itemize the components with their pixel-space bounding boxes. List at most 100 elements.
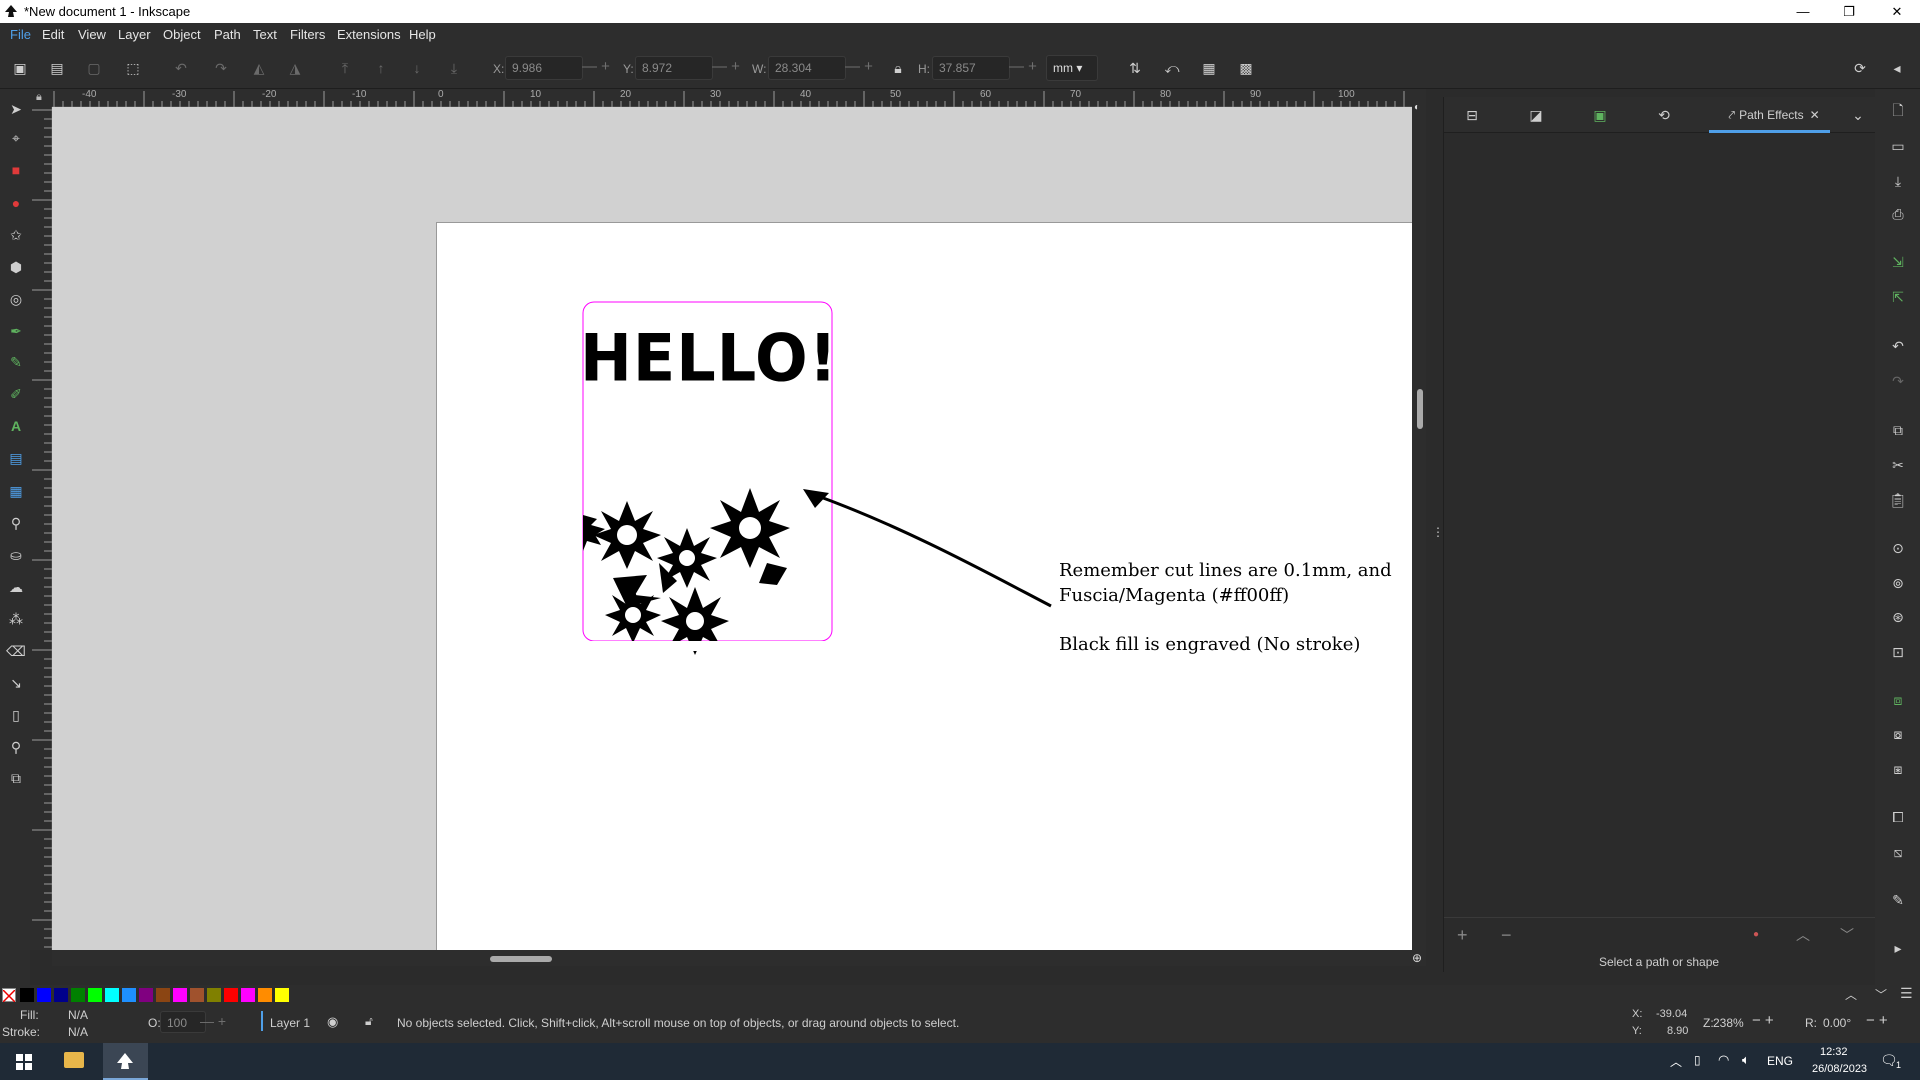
snap-options-icon[interactable]: ◂: [1886, 57, 1908, 79]
spiral-tool-icon[interactable]: ◎: [4, 288, 28, 310]
file-explorer-icon[interactable]: [64, 1052, 84, 1068]
paint-bucket-tool-icon[interactable]: ⛀: [4, 544, 28, 566]
note-line-2[interactable]: Fuscia/Magenta (#ff00ff): [1059, 585, 1289, 606]
export-tab-icon[interactable]: ▣: [1588, 103, 1612, 127]
rotate-stepper[interactable]: − +: [1866, 1012, 1888, 1029]
palette-scroll-down-icon[interactable]: ﹀: [1875, 986, 1887, 1003]
minimize-button[interactable]: —: [1780, 0, 1826, 23]
align-distribute-tab-icon[interactable]: ⊟: [1460, 103, 1484, 127]
tray-expand-icon[interactable]: ︿: [1670, 1053, 1682, 1070]
volume-icon[interactable]: 🔈︎: [1742, 1052, 1750, 1068]
fill-stroke-icon[interactable]: ✎: [1887, 889, 1909, 911]
flower-silhouettes[interactable]: [583, 488, 832, 655]
hello-text[interactable]: HELLO!: [580, 320, 838, 396]
menu-layer[interactable]: Layer: [118, 27, 151, 42]
color-swatch[interactable]: [156, 988, 170, 1002]
opacity-stepper[interactable]: — +: [200, 1013, 226, 1029]
menu-edit[interactable]: Edit: [42, 27, 64, 42]
width-stepper[interactable]: — +: [845, 58, 873, 82]
zoom-page-icon[interactable]: ⊛: [1887, 606, 1909, 628]
canvas[interactable]: HELLO! Remember cut lines are 0.1mm, and…: [52, 107, 1412, 950]
horizontal-scroll-thumb[interactable]: [490, 956, 552, 962]
rectangle-tool-icon[interactable]: ■: [4, 159, 28, 181]
pencil-tool-icon[interactable]: ✎: [4, 351, 28, 373]
paste-icon[interactable]: 📋︎: [1887, 489, 1909, 511]
lower-to-bottom-icon[interactable]: ⤓: [443, 57, 465, 79]
height-field[interactable]: 37.857: [932, 56, 1010, 80]
page-tool-icon[interactable]: ▯: [4, 704, 28, 726]
fill-value[interactable]: N/A: [68, 1008, 88, 1022]
clock-time[interactable]: 12:32: [1820, 1046, 1848, 1058]
zoom-fit-icon[interactable]: ⊡: [1887, 641, 1909, 663]
export-icon[interactable]: ⇱: [1887, 286, 1909, 308]
unlink-clone-icon[interactable]: ⧆: [1887, 758, 1909, 780]
lock-ratio-icon[interactable]: 🔒︎: [887, 57, 909, 79]
flip-vertical-icon[interactable]: ◮: [284, 57, 306, 79]
zoom-field[interactable]: 238%: [1713, 1016, 1744, 1030]
zoom-drawing-icon[interactable]: ⊚: [1887, 572, 1909, 594]
windows-start-icon[interactable]: [16, 1054, 32, 1070]
fill-stroke-tab-icon[interactable]: ◪: [1524, 103, 1548, 127]
select-all-icon[interactable]: ▣: [9, 57, 31, 79]
rotate-cw-icon[interactable]: ↷: [210, 57, 232, 79]
y-field[interactable]: 8.972: [635, 56, 713, 80]
ungroup-icon[interactable]: ⧅: [1887, 841, 1909, 863]
undo-history-tab-icon[interactable]: ⟲: [1652, 103, 1676, 127]
lower-icon[interactable]: ↓: [406, 57, 428, 79]
raise-icon[interactable]: ↑: [370, 57, 392, 79]
color-swatch[interactable]: [139, 988, 153, 1002]
color-swatch[interactable]: [258, 988, 272, 1002]
tweak-tool-icon[interactable]: ☁: [4, 576, 28, 598]
dropper-tool-icon[interactable]: ⚲: [4, 512, 28, 534]
group-icon[interactable]: ⧠: [1887, 806, 1909, 828]
current-layer[interactable]: Layer 1: [270, 1016, 310, 1030]
color-swatch[interactable]: [275, 988, 289, 1002]
3d-box-tool-icon[interactable]: ⬢: [4, 256, 28, 278]
remove-effect-icon[interactable]: −: [1501, 925, 1512, 946]
rotate-field[interactable]: 0.00°: [1823, 1016, 1851, 1030]
height-stepper[interactable]: — +: [1009, 58, 1037, 82]
zoom-stepper[interactable]: − +: [1752, 1012, 1774, 1029]
redo-icon[interactable]: ↷: [1887, 370, 1909, 392]
raise-to-top-icon[interactable]: ⤒: [334, 57, 356, 79]
wifi-icon[interactable]: ◠: [1718, 1052, 1729, 1068]
menu-object[interactable]: Object: [163, 27, 201, 42]
close-button[interactable]: ✕: [1874, 0, 1920, 23]
menu-help[interactable]: Help: [409, 27, 436, 42]
color-manage-icon[interactable]: ◐: [1414, 102, 1424, 114]
transform-handles-icon[interactable]: ⬚: [122, 57, 144, 79]
color-swatch[interactable]: [88, 988, 102, 1002]
vertical-scrollbar[interactable]: ◐: [1412, 89, 1426, 950]
color-swatch[interactable]: [71, 988, 85, 1002]
color-swatch[interactable]: [122, 988, 136, 1002]
menu-filters[interactable]: Filters: [290, 27, 325, 42]
selector-tool-icon[interactable]: ➤: [4, 98, 28, 120]
eraser-tool-icon[interactable]: ⌫: [4, 640, 28, 662]
menu-text[interactable]: Text: [253, 27, 277, 42]
palette-menu-icon[interactable]: ☰: [1900, 985, 1913, 1002]
star-tool-icon[interactable]: ✩: [4, 224, 28, 246]
add-effect-icon[interactable]: +: [1457, 925, 1468, 946]
flip-horizontal-icon[interactable]: ◭: [248, 57, 270, 79]
menu-view[interactable]: View: [78, 27, 106, 42]
maximize-button[interactable]: ❐: [1826, 0, 1872, 23]
color-swatch[interactable]: [190, 988, 204, 1002]
close-tab-icon[interactable]: ✕: [1810, 108, 1820, 122]
menu-extensions[interactable]: Extensions: [337, 27, 401, 42]
color-swatch[interactable]: [241, 988, 255, 1002]
horizontal-scrollbar[interactable]: ⊕: [52, 950, 1426, 966]
deselect-icon[interactable]: ▢: [83, 57, 105, 79]
lock-guides-icon[interactable]: 🔒︎: [36, 91, 42, 104]
input-language[interactable]: ENG: [1767, 1054, 1793, 1068]
color-swatch[interactable]: [105, 988, 119, 1002]
menu-file[interactable]: File: [10, 27, 31, 42]
stroke-value[interactable]: N/A: [68, 1025, 88, 1039]
move-down-icon[interactable]: ﹀: [1840, 925, 1854, 945]
save-icon[interactable]: ⤓: [1887, 170, 1909, 192]
pointer-arrow[interactable]: [803, 489, 1052, 608]
pages-tool-icon[interactable]: ⧉: [4, 767, 28, 789]
vertical-ruler[interactable]: [30, 107, 52, 950]
snap-toggle-icon[interactable]: ⟳: [1849, 57, 1871, 79]
connector-tool-icon[interactable]: ↘: [4, 672, 28, 694]
battery-icon[interactable]: ▯: [1694, 1053, 1701, 1067]
